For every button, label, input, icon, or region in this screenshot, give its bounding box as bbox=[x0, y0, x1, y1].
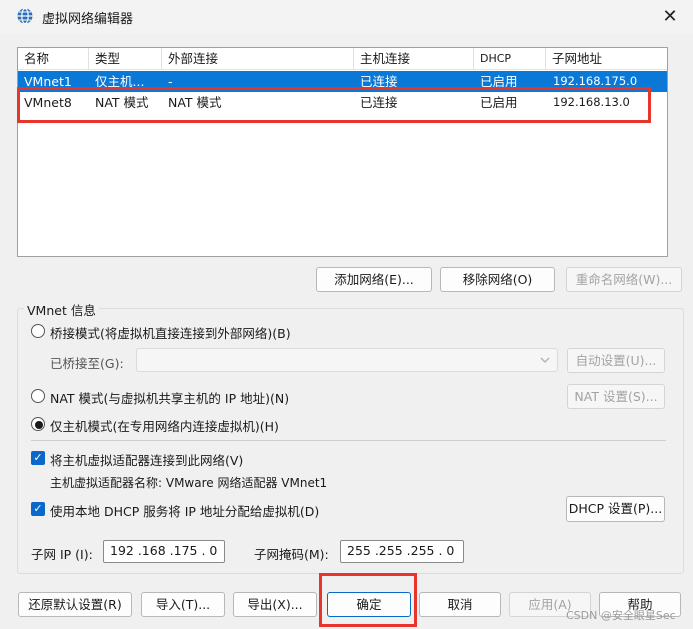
column-header-subnet[interactable]: 子网地址 bbox=[546, 48, 667, 70]
close-button[interactable]: ✕ bbox=[656, 4, 684, 30]
nat-mode-radio[interactable] bbox=[31, 389, 45, 403]
dhcp-checkbox[interactable]: ✓ bbox=[31, 502, 45, 516]
watermark: CSDN @安全眼星Sec bbox=[566, 609, 676, 622]
network-globe-icon bbox=[17, 7, 33, 25]
title-bar: 虚拟网络编辑器 ✕ bbox=[0, 0, 693, 34]
nat-settings-button[interactable]: NAT 设置(S)... bbox=[567, 384, 665, 409]
subnet-ip-label: 子网 IP (I): bbox=[31, 547, 93, 562]
dhcp-settings-button[interactable]: DHCP 设置(P)... bbox=[566, 496, 665, 522]
column-header-name[interactable]: 名称 bbox=[18, 48, 89, 70]
highlight-box-ok bbox=[319, 573, 417, 627]
restore-defaults-button[interactable]: 还原默认设置(R) bbox=[18, 592, 132, 617]
column-header-type[interactable]: 类型 bbox=[89, 48, 162, 70]
remove-network-button[interactable]: 移除网络(O) bbox=[440, 267, 555, 292]
import-button[interactable]: 导入(T)... bbox=[141, 592, 225, 617]
add-network-button[interactable]: 添加网络(E)... bbox=[316, 267, 432, 292]
nat-mode-label[interactable]: NAT 模式(与虚拟机共享主机的 IP 地址)(N) bbox=[50, 388, 289, 407]
column-header-host[interactable]: 主机连接 bbox=[354, 48, 474, 70]
bridged-mode-radio[interactable] bbox=[31, 324, 45, 338]
connect-adapter-label[interactable]: 将主机虚拟适配器连接到此网络(V) bbox=[50, 450, 243, 469]
host-only-mode-radio[interactable] bbox=[31, 417, 45, 431]
bridged-mode-label[interactable]: 桥接模式(将虚拟机直接连接到外部网络)(B) bbox=[50, 323, 291, 342]
highlight-box-vmnet8 bbox=[17, 87, 651, 123]
chevron-down-icon bbox=[540, 357, 550, 363]
cancel-button[interactable]: 取消 bbox=[419, 592, 501, 617]
subnet-mask-label: 子网掩码(M): bbox=[254, 547, 329, 562]
dhcp-label[interactable]: 使用本地 DHCP 服务将 IP 地址分配给虚拟机(D) bbox=[50, 501, 319, 520]
column-header-external[interactable]: 外部连接 bbox=[162, 48, 354, 70]
connect-adapter-checkbox[interactable]: ✓ bbox=[31, 451, 45, 465]
divider bbox=[31, 440, 666, 441]
bridged-to-label: 已桥接至(G): bbox=[50, 356, 124, 371]
subnet-mask-input[interactable]: 255 .255 .255 . 0 bbox=[340, 540, 464, 563]
adapter-name-text: 主机虚拟适配器名称: VMware 网络适配器 VMnet1 bbox=[50, 476, 328, 490]
host-only-mode-label[interactable]: 仅主机模式(在专用网络内连接虚拟机)(H) bbox=[50, 416, 279, 435]
rename-network-button[interactable]: 重命名网络(W)... bbox=[566, 267, 682, 292]
export-button[interactable]: 导出(X)... bbox=[233, 592, 317, 617]
column-header-dhcp[interactable]: DHCP bbox=[474, 48, 546, 70]
bridged-to-select[interactable] bbox=[136, 348, 558, 372]
subnet-ip-input[interactable]: 192 .168 .175 . 0 bbox=[103, 540, 225, 563]
vmnet-info-title: VMnet 信息 bbox=[24, 300, 99, 319]
auto-settings-button[interactable]: 自动设置(U)... bbox=[567, 348, 665, 373]
window-title: 虚拟网络编辑器 bbox=[42, 12, 134, 27]
close-icon: ✕ bbox=[662, 6, 678, 27]
